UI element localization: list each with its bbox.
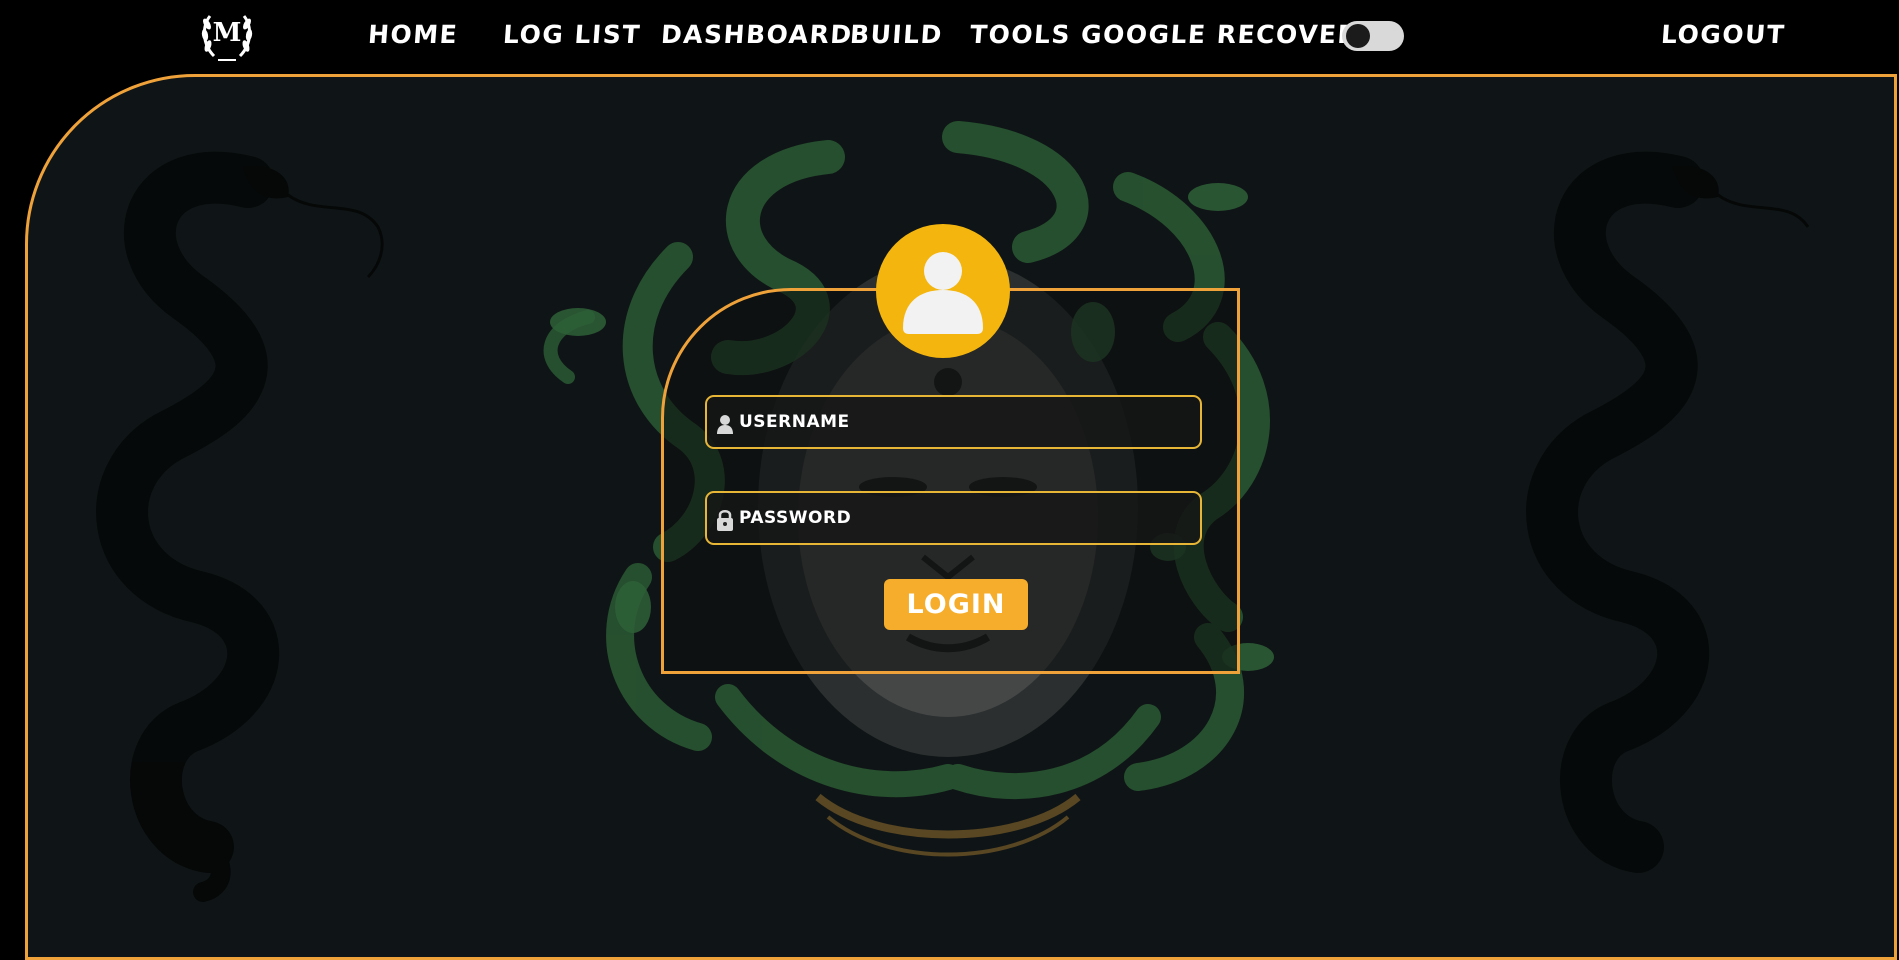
nav-log-list[interactable]: LOG LIST: [502, 16, 642, 54]
password-field[interactable]: PASSWORD: [705, 491, 1202, 545]
nav-google-recovery[interactable]: GOOGLE RECOVERY: [1080, 16, 1378, 54]
user-avatar-icon: [876, 224, 1010, 358]
nav-home[interactable]: HOME: [367, 16, 460, 54]
nav-dashboard[interactable]: DASHBOARD: [660, 16, 854, 54]
password-placeholder: PASSWORD: [739, 508, 852, 528]
user-icon: [717, 415, 733, 434]
login-button[interactable]: LOGIN: [884, 579, 1028, 630]
laurel-m-logo-icon[interactable]: M: [196, 4, 258, 66]
top-navigation: M HOME LOG LIST DASHBOARD BUILD TOOLS GO…: [0, 0, 1899, 72]
nav-tools[interactable]: TOOLS: [969, 16, 1073, 54]
theme-toggle[interactable]: [1342, 21, 1404, 51]
username-placeholder: USERNAME: [739, 412, 850, 432]
left-serpent-silhouette: [96, 151, 279, 902]
toggle-knob: [1346, 24, 1370, 48]
logo-letter: M: [213, 18, 242, 48]
username-field[interactable]: USERNAME: [705, 395, 1202, 449]
nav-logout[interactable]: LOGOUT: [1660, 16, 1787, 54]
nav-build[interactable]: BUILD: [849, 16, 945, 54]
lock-icon: [717, 510, 733, 531]
right-serpent-silhouette: [1526, 151, 1709, 873]
